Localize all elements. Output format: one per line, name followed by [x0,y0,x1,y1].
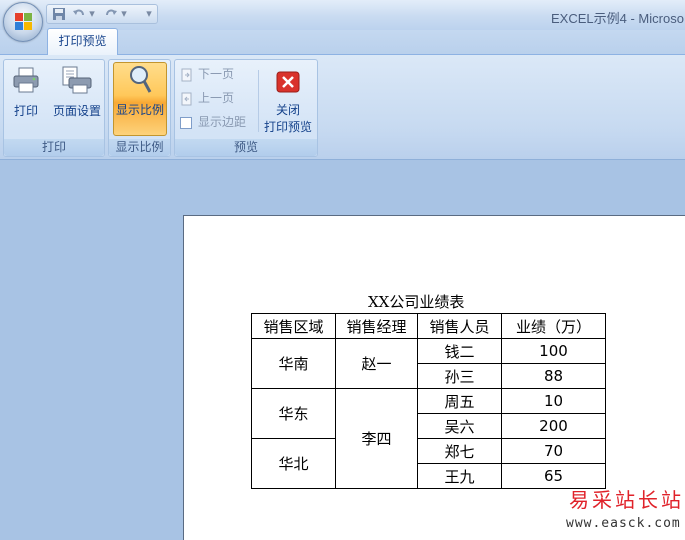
close-label-line1: 关闭 [275,103,300,117]
region-cell: 华东 [251,388,336,439]
header-performance: 业绩（万） [501,313,606,339]
show-margins-option[interactable]: 显示边距 [180,113,246,133]
prev-page-button[interactable]: 上一页 [180,89,234,109]
window-title: EXCEL示例4 - Microso [551,11,684,26]
zoom-button[interactable]: 显示比例 [113,62,167,136]
sales-table: 销售区域 销售经理 销售人员 业绩（万） 华南 赵一 钱二 100 孙三 88 … [251,313,606,489]
redo-icon[interactable] [103,7,119,22]
next-page-button[interactable]: 下一页 [180,65,234,85]
salesperson-cell: 吴六 [417,413,502,439]
performance-cell: 70 [501,438,606,464]
watermark-url: www.easck.com [566,516,681,531]
sheet-title: XX公司业绩表 [368,293,465,311]
prev-page-label: 上一页 [198,91,235,105]
show-margins-label: 显示边距 [198,115,247,129]
zoom-label: 显示比例 [115,103,164,117]
manager-cell: 李四 [335,388,418,489]
close-icon [276,71,300,93]
office-button[interactable] [3,2,43,42]
watermark-site-name: 易采站长站 [569,488,684,512]
header-region: 销售区域 [251,313,336,339]
undo-dropdown[interactable]: ▾ [87,7,97,22]
region-cell: 华南 [251,338,336,389]
manager-cell: 赵一 [335,338,418,389]
preview-group: 下一页 上一页 显示边距 关闭 打印预览 预览 [174,59,318,157]
page-setup-button[interactable]: 页面设置 [48,62,106,136]
salesperson-cell: 钱二 [417,338,502,364]
office-logo-icon [15,13,33,31]
prev-page-icon [180,92,194,106]
printer-icon [13,67,39,93]
header-manager: 销售经理 [335,313,418,339]
redo-dropdown[interactable]: ▾ [119,7,129,22]
close-print-preview-button[interactable]: 关闭 打印预览 [261,62,315,136]
zoom-group: 显示比例 显示比例 [108,59,171,157]
print-group: 打印 页面设置 打印 [3,59,105,157]
print-group-label: 打印 [4,139,104,156]
salesperson-cell: 郑七 [417,438,502,464]
zoom-group-label: 显示比例 [109,139,170,156]
table-row: 华东 李四 周五 10 [251,388,606,489]
close-label-line2: 打印预览 [263,120,312,134]
preview-group-label: 预览 [175,139,317,156]
salesperson-cell: 周五 [417,388,502,414]
print-label: 打印 [13,104,38,118]
region-cell: 华北 [251,438,336,489]
header-salesperson: 销售人员 [417,313,502,339]
undo-icon[interactable] [71,7,87,22]
performance-cell: 200 [501,413,606,439]
table-row: 华南 赵一 钱二 100 [251,338,606,389]
magnifier-icon [130,66,152,93]
customize-qat-icon[interactable]: ▾ [143,7,155,22]
performance-cell: 100 [501,338,606,364]
salesperson-cell: 王九 [417,463,502,489]
table-row: 华北 郑七 70 [251,438,606,489]
page-setup-label: 页面设置 [52,104,101,118]
show-margins-checkbox[interactable] [180,116,192,129]
table-header-row: 销售区域 销售经理 销售人员 业绩（万） [251,313,606,339]
tab-print-preview[interactable]: 打印预览 [47,28,118,55]
title-bar: ▾ ▾ ▾ EXCEL示例4 - Microso [0,0,685,30]
next-page-icon [180,68,194,82]
performance-cell: 88 [501,363,606,389]
next-page-label: 下一页 [198,67,235,81]
print-button[interactable]: 打印 [6,62,46,136]
group-separator [258,70,259,132]
salesperson-cell: 孙三 [417,363,502,389]
quick-access-toolbar: ▾ ▾ ▾ [46,4,158,24]
save-icon[interactable] [51,7,67,22]
ribbon: 打印 页面设置 打印 显示比例 显示比例 下一页 上一页 显示边距 关闭 打印预… [0,54,685,160]
performance-cell: 10 [501,388,606,414]
page-setup-icon [62,66,92,94]
